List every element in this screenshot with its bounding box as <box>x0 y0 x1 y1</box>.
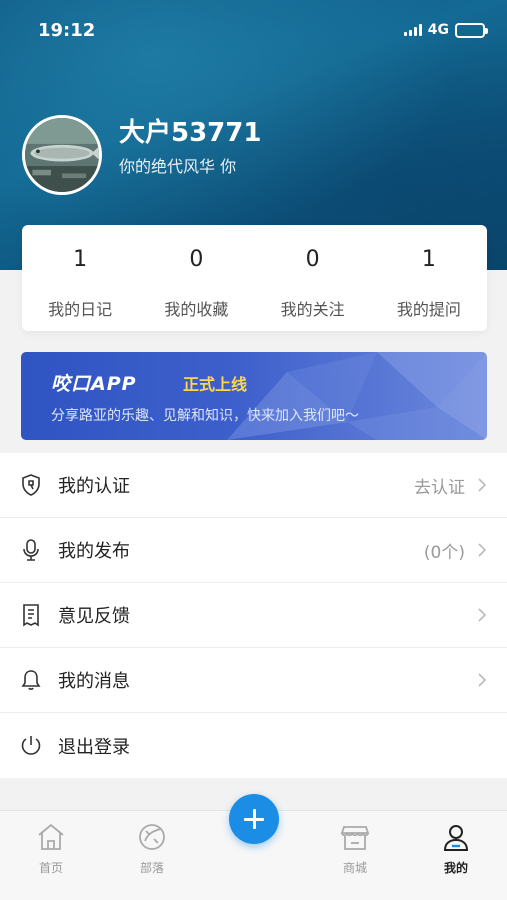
bell-icon <box>19 668 43 692</box>
avatar[interactable] <box>22 115 102 195</box>
home-icon <box>38 823 64 850</box>
promo-banner[interactable]: 咬口APP 正式上线 分享路亚的乐趣、见解和知识，快来加入我们吧～ <box>21 352 487 440</box>
microphone-icon <box>19 538 43 562</box>
tab-mine[interactable]: 我的 <box>416 821 496 876</box>
tab-home[interactable]: 首页 <box>11 821 91 876</box>
chevron-right-icon <box>478 543 487 557</box>
stat-label: 我的关注 <box>280 300 345 319</box>
menu-item-messages[interactable]: 我的消息 <box>0 648 507 713</box>
stat-questions[interactable]: 1 我的提问 <box>371 225 487 331</box>
stat-favorites[interactable]: 0 我的收藏 <box>138 225 254 331</box>
stat-value: 0 <box>305 247 320 272</box>
menu-item-publications[interactable]: 我的发布 (0个) <box>0 518 507 583</box>
stat-value: 1 <box>421 247 436 272</box>
stat-label: 我的日记 <box>48 300 113 319</box>
stats-card: 1 我的日记 0 我的收藏 0 我的关注 1 我的提问 <box>22 225 487 331</box>
status-time: 19:12 <box>38 20 96 41</box>
stat-value: 0 <box>189 247 204 272</box>
menu-value: (0个) <box>423 542 465 563</box>
stat-diary[interactable]: 1 我的日记 <box>22 225 138 331</box>
stat-label: 我的收藏 <box>164 300 229 319</box>
chevron-right-icon <box>478 478 487 492</box>
menu-label: 我的认证 <box>58 476 130 497</box>
banner-title: 咬口APP <box>51 373 137 395</box>
menu-item-logout[interactable]: 退出登录 <box>0 713 507 778</box>
document-icon <box>19 603 43 627</box>
menu-label: 退出登录 <box>58 736 130 758</box>
store-icon <box>340 826 370 850</box>
tribe-icon <box>139 824 165 850</box>
menu-item-feedback[interactable]: 意见反馈 <box>0 583 507 648</box>
tab-label: 首页 <box>38 861 63 875</box>
shield-icon <box>19 473 43 497</box>
stat-label: 我的提问 <box>396 300 461 319</box>
menu-label: 意见反馈 <box>58 606 130 627</box>
tab-label: 我的 <box>443 861 468 875</box>
user-bio: 你的绝代风华 你 <box>119 157 237 176</box>
battery-icon <box>455 22 488 38</box>
tab-label: 商城 <box>342 861 367 875</box>
network-type: 4G <box>427 22 449 38</box>
stat-value: 1 <box>73 247 88 272</box>
signal-icon <box>403 24 422 36</box>
menu-value: 去认证 <box>414 477 465 498</box>
tab-tribe[interactable]: 部落 <box>112 821 192 876</box>
status-bar: 19:12 4G <box>0 0 507 62</box>
tab-store[interactable]: 商城 <box>315 821 395 876</box>
banner-subtitle: 分享路亚的乐趣、见解和知识，快来加入我们吧～ <box>51 408 359 424</box>
tab-label: 部落 <box>139 861 164 875</box>
add-post-button[interactable] <box>229 794 279 844</box>
banner-pattern <box>227 352 487 440</box>
user-icon <box>443 825 469 851</box>
menu-label: 我的发布 <box>58 541 130 562</box>
stat-following[interactable]: 0 我的关注 <box>255 225 371 331</box>
chevron-right-icon <box>478 673 487 687</box>
username: 大户53771 <box>119 118 262 148</box>
menu-item-certification[interactable]: 我的认证 去认证 <box>0 453 507 518</box>
settings-menu: 我的认证 去认证 我的发布 (0个) 意见反馈 我的消息 退出登录 <box>0 453 507 778</box>
chevron-right-icon <box>478 608 487 622</box>
banner-tag: 正式上线 <box>183 375 248 394</box>
power-icon <box>19 733 43 757</box>
menu-label: 我的消息 <box>58 671 130 692</box>
